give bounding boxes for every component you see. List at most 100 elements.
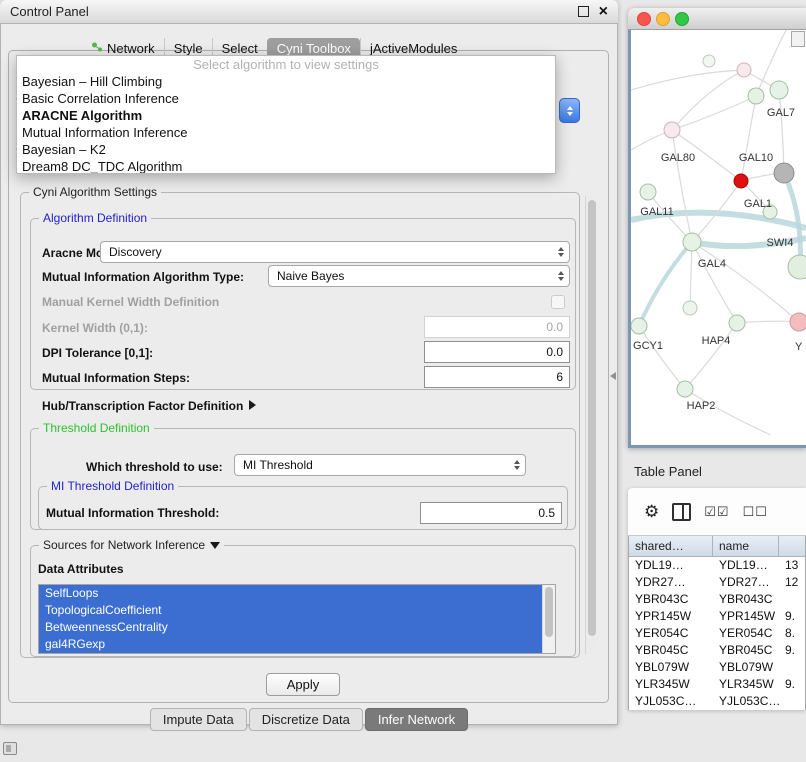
column-header[interactable]: shared… — [629, 536, 713, 557]
network-node[interactable] — [683, 233, 701, 251]
attribute-list-item[interactable]: BetweennessCentrality — [39, 619, 545, 636]
network-node-label: GAL10 — [739, 152, 773, 164]
network-edge — [639, 326, 685, 389]
network-node[interactable] — [788, 255, 806, 279]
mi-threshold-field[interactable]: 0.5 — [420, 502, 562, 524]
table-row[interactable]: YJL053C…YJL053C… — [629, 693, 805, 710]
mi-steps-value: 6 — [556, 370, 563, 384]
mi-steps-label: Mutual Information Steps: — [42, 371, 190, 385]
algorithm-menu-item[interactable]: Mutual Information Inference — [17, 124, 555, 141]
settings-scrollbar[interactable] — [585, 196, 598, 654]
network-node[interactable] — [677, 381, 693, 397]
which-threshold-combobox[interactable]: MI Threshold — [234, 454, 526, 476]
network-overview-toggle[interactable] — [791, 31, 805, 47]
combobox-arrows-icon — [558, 247, 564, 257]
kernel-width-value: 0.0 — [546, 320, 563, 334]
table-cell: 9. — [779, 676, 805, 693]
network-node[interactable] — [770, 81, 788, 99]
algorithm-menu-item[interactable]: ARACNE Algorithm — [17, 107, 555, 124]
dpi-tolerance-label: DPI Tolerance [0,1]: — [42, 346, 153, 360]
table-cell: YPR145W — [713, 608, 779, 625]
traffic-light-close-icon[interactable] — [637, 12, 651, 26]
dpi-tolerance-value: 0.0 — [546, 345, 563, 359]
mi-steps-field[interactable]: 6 — [424, 366, 570, 388]
tab-infer-network[interactable]: Infer Network — [365, 708, 468, 731]
network-node[interactable] — [790, 313, 806, 331]
gear-icon[interactable]: ⚙ — [644, 503, 659, 520]
network-node[interactable] — [748, 88, 764, 104]
algorithm-combobox-stepper[interactable] — [559, 98, 580, 123]
tab-impute-data[interactable]: Impute Data — [150, 708, 247, 731]
network-node[interactable] — [683, 301, 697, 315]
table-row[interactable]: YBR045CYBR045C9. — [629, 642, 805, 659]
aracne-mode-combobox[interactable]: Discovery — [100, 241, 570, 263]
scrollbar-thumb[interactable] — [588, 200, 596, 636]
hub-definition-toggle[interactable]: Hub/Transcription Factor Definition — [42, 399, 256, 413]
attribute-list-item[interactable]: SelfLoops — [39, 585, 545, 602]
algorithm-menu-item[interactable]: Bayesian – K2 — [17, 141, 555, 158]
table-cell: YBR043C — [629, 591, 713, 608]
traffic-light-minimize-icon[interactable] — [656, 12, 670, 26]
column-header[interactable]: name — [713, 536, 779, 557]
table-row[interactable]: YER054CYER054C8. — [629, 625, 805, 642]
network-node[interactable] — [703, 55, 715, 67]
apply-button[interactable]: Apply — [266, 673, 340, 696]
table-row[interactable]: YLR345WYLR345W9. — [629, 676, 805, 693]
network-node[interactable] — [664, 122, 680, 138]
expand-arrow-icon[interactable] — [249, 400, 256, 410]
algorithm-menu-item[interactable]: Bayesian – Hill Climbing — [17, 73, 555, 90]
panel-splitter-arrow[interactable] — [610, 372, 616, 380]
attribute-list-item[interactable]: gal4RGexp — [39, 636, 545, 653]
network-node-label: HAP4 — [702, 335, 731, 347]
hub-definition-label: Hub/Transcription Factor Definition — [42, 399, 243, 413]
algorithm-menu-item[interactable]: Dream8 DC_TDC Algorithm — [17, 158, 555, 174]
kernel-width-field[interactable]: 0.0 — [424, 316, 570, 338]
network-canvas[interactable]: GAL80GAL10GAL11GAL1SWI4GAL4GCY1HAP4HAP2G… — [631, 30, 806, 445]
attribute-list-item[interactable]: TopologicalCoefficient — [39, 602, 545, 619]
table-cell: YDR27… — [713, 574, 779, 591]
sources-legend[interactable]: Sources for Network Inference — [39, 538, 224, 552]
network-node[interactable] — [729, 315, 745, 331]
network-edge — [692, 242, 799, 322]
tab-discretize-data[interactable]: Discretize Data — [249, 708, 363, 731]
network-node-label: GAL4 — [698, 258, 726, 270]
network-node[interactable] — [734, 174, 748, 188]
data-attributes-list[interactable]: SelfLoopsTopologicalCoefficientBetweenne… — [38, 584, 556, 654]
manual-kernel-checkbox[interactable] — [551, 295, 565, 309]
network-node[interactable] — [774, 163, 794, 183]
columns-icon[interactable] — [672, 503, 691, 521]
manual-kernel-label: Manual Kernel Width Definition — [42, 295, 219, 309]
mi-type-label: Mutual Information Algorithm Type: — [42, 270, 244, 284]
table-cell: 8. — [779, 625, 805, 642]
network-node[interactable] — [640, 184, 656, 200]
clear-selection-checkbox-icon[interactable]: ☐☐ — [743, 504, 768, 520]
network-edge — [692, 242, 737, 323]
table-row[interactable]: YDL19…YDL19…13 — [629, 557, 805, 574]
close-icon[interactable]: × — [599, 7, 608, 17]
cyni-bottom-tab-bar: Impute DataDiscretize DataInfer Network — [0, 707, 618, 731]
collapse-arrow-icon[interactable] — [210, 542, 220, 549]
panel-dock-icon[interactable] — [3, 742, 17, 755]
scrollbar-thumb[interactable] — [545, 587, 553, 637]
network-node[interactable] — [737, 63, 751, 77]
table-cell: 9. — [779, 608, 805, 625]
data-attributes-label: Data Attributes — [38, 562, 124, 576]
network-node-label: GAL7 — [767, 107, 795, 119]
select-all-checkbox-icon[interactable]: ☑☑ — [704, 504, 729, 520]
network-node[interactable] — [631, 318, 647, 334]
float-window-icon[interactable] — [578, 6, 589, 17]
table-row[interactable]: YDR27…YDR27…12 — [629, 574, 805, 591]
network-edge — [690, 242, 692, 308]
table-row[interactable]: YPR145WYPR145W9. — [629, 608, 805, 625]
table-cell: YDL19… — [629, 557, 713, 574]
table-row[interactable]: YBL079WYBL079W — [629, 659, 805, 676]
dpi-tolerance-field[interactable]: 0.0 — [424, 341, 570, 363]
table-row[interactable]: YBR043CYBR043C — [629, 591, 805, 608]
table-cell: YBL079W — [713, 659, 779, 676]
mi-type-combobox[interactable]: Naive Bayes — [268, 265, 570, 287]
algorithm-menu-item[interactable]: Basic Correlation Inference — [17, 90, 555, 107]
list-scrollbar[interactable] — [542, 585, 555, 653]
traffic-light-zoom-icon[interactable] — [675, 12, 689, 26]
mi-threshold-label: Mutual Information Threshold: — [46, 506, 219, 520]
column-header[interactable] — [779, 536, 805, 557]
